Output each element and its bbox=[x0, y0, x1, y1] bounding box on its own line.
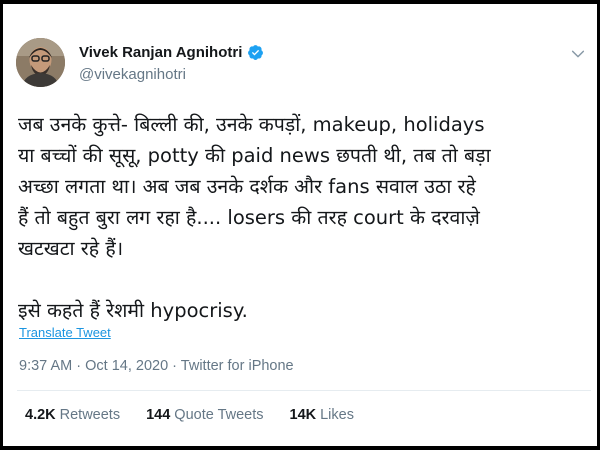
chevron-down-icon[interactable] bbox=[570, 46, 586, 62]
likes-count: 14K bbox=[289, 407, 317, 423]
author-handle[interactable]: @vivekagnihotri bbox=[79, 66, 186, 83]
tweet-text-line: अच्छा लगता था। अब जब उनके दर्शक और fans … bbox=[18, 175, 476, 198]
quotes-count: 144 bbox=[146, 407, 171, 423]
likes-label: Likes bbox=[320, 407, 354, 423]
translate-tweet-link[interactable]: Translate Tweet bbox=[19, 325, 111, 340]
tweet-text-line: या बच्चों की सूसू, potty की paid news छप… bbox=[18, 144, 491, 167]
quotes-label: Quote Tweets bbox=[174, 407, 264, 423]
tweet-time-link[interactable]: 9:37 AM · Oct 14, 2020 bbox=[19, 358, 168, 374]
retweets-count: 4.2K bbox=[25, 407, 56, 423]
avatar-image bbox=[16, 38, 65, 87]
tweet-date: Oct 14, 2020 bbox=[85, 358, 169, 374]
tweet-time: 9:37 AM bbox=[19, 358, 73, 374]
tweet-stats: 4.2K Retweets 144 Quote Tweets 14K Likes bbox=[25, 407, 354, 423]
verified-badge-icon bbox=[248, 45, 264, 60]
author-avatar[interactable] bbox=[16, 38, 65, 87]
tweet-card: Vivek Ranjan Agnihotri @vivekagnihotri ज… bbox=[3, 4, 597, 446]
divider bbox=[17, 390, 591, 391]
tweet-text-line: जब उनके कुत्ते- बिल्ली की, उनके कपड़ों, … bbox=[18, 113, 485, 136]
meta-separator: · bbox=[172, 358, 178, 374]
author-name[interactable]: Vivek Ranjan Agnihotri bbox=[79, 44, 242, 61]
quote-tweets-stat[interactable]: 144 Quote Tweets bbox=[146, 407, 263, 423]
tweet-text-line: हैं तो बहुत बुरा लग रहा है.... losers की… bbox=[18, 206, 480, 229]
tweet-text-line: खटखटा रहे हैं। bbox=[18, 237, 124, 260]
retweets-label: Retweets bbox=[59, 407, 121, 423]
retweets-stat[interactable]: 4.2K Retweets bbox=[25, 407, 120, 423]
tweet-source-link[interactable]: Twitter for iPhone bbox=[181, 358, 294, 374]
likes-stat[interactable]: 14K Likes bbox=[290, 407, 354, 423]
author-name-row: Vivek Ranjan Agnihotri bbox=[79, 44, 264, 61]
tweet-header: Vivek Ranjan Agnihotri @vivekagnihotri bbox=[16, 38, 586, 98]
meta-separator: · bbox=[76, 358, 82, 374]
tweet-text-line: इसे कहते हैं रेशमी hypocrisy. bbox=[18, 299, 248, 322]
tweet-text: जब उनके कुत्ते- बिल्ली की, उनके कपड़ों, … bbox=[18, 109, 590, 326]
tweet-meta: 9:37 AM · Oct 14, 2020 · Twitter for iPh… bbox=[19, 358, 294, 374]
